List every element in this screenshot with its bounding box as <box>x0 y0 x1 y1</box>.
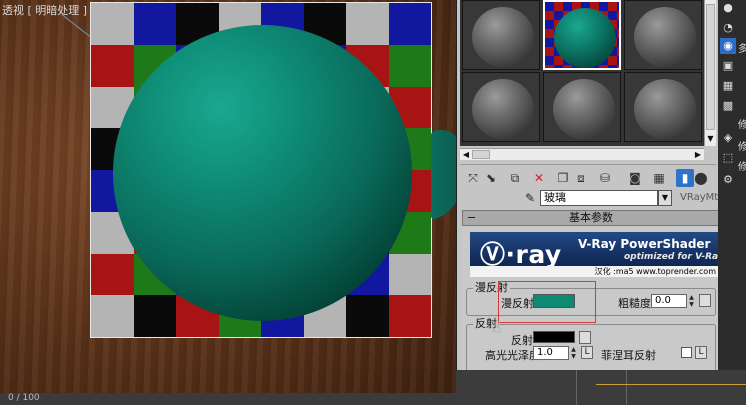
command-panel-strip: ● ◔ ◉ 多 ▣ ▦ ▩ 修 ◈ 修 ⬚ 修 ⚙ <box>718 0 746 370</box>
checker-cell <box>388 3 431 45</box>
collapse-icon[interactable]: − <box>467 211 476 225</box>
hilight-lock-button[interactable]: L <box>581 346 593 359</box>
checker-cell <box>133 3 176 45</box>
uv-tiling-icon[interactable]: ▩ <box>720 98 736 114</box>
fresnel-lock-button[interactable]: L <box>695 346 707 359</box>
scroll-down-arrow-icon[interactable]: ▼ <box>706 134 715 144</box>
slots-horizontal-scrollbar[interactable]: ◀ ▶ <box>460 148 704 160</box>
material-preview-sphere <box>554 8 616 68</box>
material-preview-sphere <box>553 79 615 139</box>
put-to-scene-icon[interactable]: ⬊ <box>482 169 500 187</box>
material-slot-6[interactable] <box>624 72 702 142</box>
material-slot-4[interactable] <box>462 72 540 142</box>
scroll-right-arrow-icon[interactable]: ▶ <box>693 149 703 160</box>
material-preview-sphere <box>472 79 534 139</box>
render-icon[interactable]: ◔ <box>720 20 736 36</box>
make-unique-icon[interactable]: ⧈ <box>572 169 590 187</box>
fresnel-reflections-label: 菲涅耳反射 <box>601 349 656 362</box>
checker-cell <box>133 295 176 337</box>
divider <box>576 370 577 405</box>
vray-banner: Ⓥ·ray V-Ray PowerShader optimized for V-… <box>470 232 718 277</box>
spinner-arrows-icon[interactable]: ▲ ▼ <box>569 346 578 360</box>
reset-material-icon[interactable]: ✕ <box>530 169 548 187</box>
reflect-label: 反射 <box>511 334 533 347</box>
spinner-arrows-icon[interactable]: ▲ ▼ <box>687 294 696 308</box>
hand-cursor-icon: ☝ <box>492 318 502 336</box>
selection-line <box>596 384 746 385</box>
roughness-label: 粗糙度 <box>618 297 651 310</box>
show-map-in-viewport-icon[interactable]: ▦ <box>650 169 668 187</box>
material-slot-5[interactable] <box>543 72 621 142</box>
reflection-group: 反射 反射 高光光泽度 1.0 ▲ ▼ L 菲涅耳反射 L <box>466 318 716 370</box>
panel-char: 修 <box>738 120 746 131</box>
highlight-annotation <box>498 281 596 323</box>
vray-banner-credit: 汉化 :ma5 www.toprender.com <box>470 266 718 277</box>
material-name-field[interactable]: 玻璃 <box>540 190 658 206</box>
material-preview-sphere <box>634 7 696 67</box>
scroll-left-arrow-icon[interactable]: ◀ <box>461 149 471 160</box>
panel-char: 修 <box>738 162 746 173</box>
hilight-glossiness-spinner-field[interactable]: 1.0 <box>533 346 569 360</box>
checker-cell <box>388 295 431 337</box>
checker-cell <box>388 253 431 296</box>
make-preview-icon[interactable]: ⬚ <box>720 150 736 166</box>
get-material-icon[interactable]: ⤧ <box>464 169 482 187</box>
checker-cell <box>346 3 389 45</box>
pick-material-eyedropper-icon[interactable]: ✎ <box>522 190 538 206</box>
divider <box>626 370 627 405</box>
options-icon[interactable]: ⚙ <box>720 172 736 188</box>
vray-banner-subtitle: optimized for V-Ray <box>624 252 718 262</box>
go-to-parent-icon[interactable]: ⬤ <box>692 169 710 187</box>
perspective-viewport[interactable]: 透视 [ 明暗处理 ] 0 / 100 <box>0 0 456 405</box>
put-to-library-icon[interactable]: ⛁ <box>596 169 614 187</box>
checker-cell <box>91 295 134 337</box>
assign-to-selection-icon[interactable]: ⧉ <box>506 169 524 187</box>
chevron-down-icon[interactable]: ▼ <box>658 190 672 206</box>
backlight-icon[interactable]: ▣ <box>720 58 736 74</box>
material-slots <box>460 0 704 146</box>
panel-char: 多 <box>738 44 746 55</box>
material-slot-1[interactable] <box>462 0 540 70</box>
panel-char: 修 <box>738 142 746 153</box>
rollout-header[interactable]: − 基本参数 <box>462 210 718 226</box>
video-color-check-icon[interactable]: ◈ <box>720 130 736 146</box>
material-type-button[interactable]: VRayMtl <box>680 192 718 203</box>
teal-sphere-object[interactable] <box>113 25 412 321</box>
frame-counter: 0 / 100 <box>8 393 40 403</box>
time-slider[interactable]: 0 / 100 <box>0 393 456 405</box>
material-slot-3[interactable] <box>624 0 702 70</box>
checker-cell <box>91 44 134 87</box>
checker-cell <box>346 295 389 337</box>
reflect-map-button[interactable] <box>579 331 591 344</box>
scrollbar-thumb[interactable] <box>706 4 715 130</box>
material-slot-2-active[interactable] <box>543 0 621 70</box>
material-effects-channel-icon[interactable]: ◙ <box>626 169 644 187</box>
scrollbar-thumb[interactable] <box>472 150 490 159</box>
material-preview-sphere <box>472 7 534 67</box>
material-preview-sphere <box>634 79 696 139</box>
status-bar-area <box>456 370 746 405</box>
sample-type-icon[interactable]: ◉ <box>720 38 736 54</box>
viewport-label[interactable]: 透视 [ 明暗处理 ] <box>2 2 87 18</box>
checker-cell <box>91 3 134 45</box>
copy-material-icon[interactable]: ❐ <box>554 169 572 187</box>
material-name-row: ✎ 玻璃 ▼ VRayMtl <box>460 188 718 208</box>
background-icon[interactable]: ▦ <box>720 78 736 94</box>
teal-object-fragment[interactable] <box>431 124 456 220</box>
vray-banner-title: V-Ray PowerShader <box>578 237 711 251</box>
checker-cell <box>91 253 134 296</box>
sphere-icon[interactable]: ● <box>720 0 736 16</box>
roughness-map-button[interactable] <box>699 294 711 307</box>
roughness-spinner-field[interactable]: 0.0 <box>651 294 687 308</box>
slots-vertical-scrollbar[interactable]: ▼ <box>704 0 716 146</box>
fresnel-reflections-checkbox[interactable] <box>681 347 692 358</box>
checker-cell <box>388 44 431 87</box>
hilight-glossiness-label: 高光光泽度 <box>485 349 540 362</box>
material-toolbar: ⤧ ⬊ ⧉ ✕ ❐ ⧈ ⛁ ◙ ▦ ▮ ⬤ <box>460 164 716 188</box>
reflect-color-swatch[interactable] <box>533 331 575 343</box>
